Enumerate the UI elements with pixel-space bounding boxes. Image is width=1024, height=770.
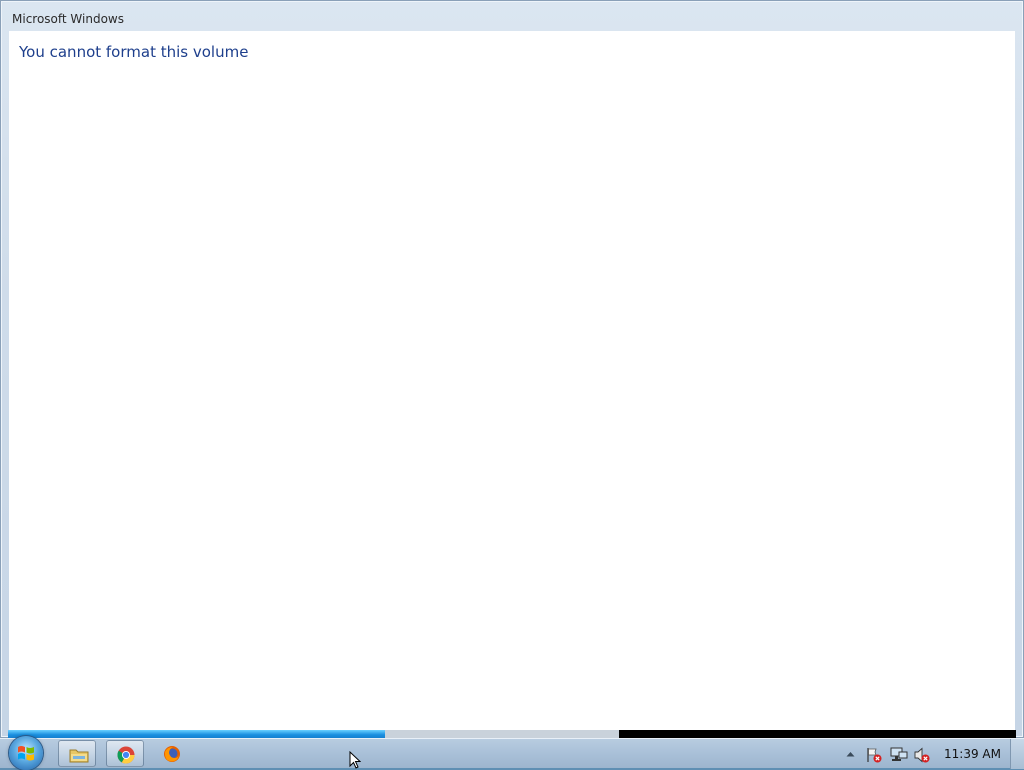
dialog-content: You cannot format this volume <box>9 31 1015 733</box>
mouse-cursor-icon <box>349 751 361 769</box>
show-desktop-button[interactable] <box>1010 739 1024 769</box>
network-icon[interactable] <box>890 747 908 763</box>
taskbar-file-explorer-button[interactable] <box>58 740 96 767</box>
volume-muted-icon[interactable] <box>914 747 930 763</box>
taskbar-firefox-button[interactable] <box>153 740 191 767</box>
action-center-flag-icon[interactable] <box>866 747 882 763</box>
taskbar: 11:39 AM <box>0 736 1024 770</box>
taskbar-chrome-button[interactable] <box>106 740 144 767</box>
title-bar[interactable]: Microsoft Windows <box>1 1 1023 33</box>
start-button[interactable] <box>9 736 43 770</box>
windows-logo-icon <box>18 746 34 761</box>
folder-icon <box>69 749 89 763</box>
chrome-icon <box>117 746 135 764</box>
dialog-message: You cannot format this volume <box>19 43 249 61</box>
firefox-icon <box>164 746 180 762</box>
window-title: Microsoft Windows <box>12 12 124 26</box>
dialog-window: Microsoft Windows You cannot format this… <box>0 0 1024 738</box>
system-clock[interactable]: 11:39 AM <box>944 747 1001 761</box>
progress-bar <box>8 730 1016 738</box>
show-hidden-icons-arrow[interactable] <box>846 751 855 757</box>
progress-fill <box>8 730 385 738</box>
